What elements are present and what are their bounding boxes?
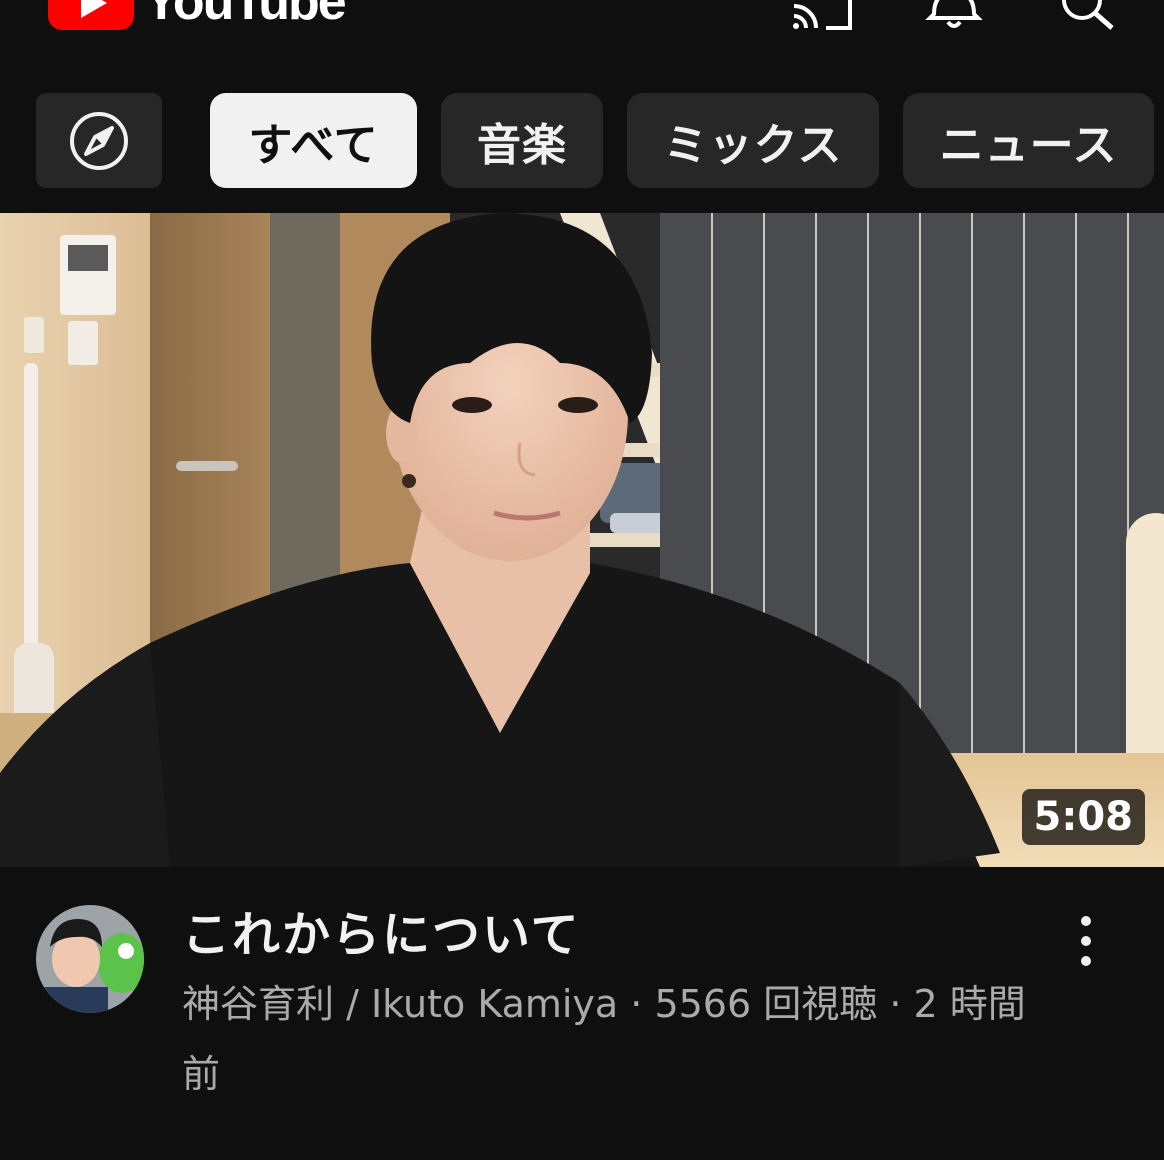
cast-icon[interactable] <box>790 0 854 32</box>
video-title[interactable]: これからについて <box>182 905 1042 965</box>
channel-name[interactable]: 神谷育利 / Ikuto Kamiya <box>182 982 618 1026</box>
bell-icon[interactable] <box>922 0 986 32</box>
filter-chips: すべて 音楽 ミックス ニュース <box>0 93 1164 189</box>
video-meta: これからについて 神谷育利 / Ikuto Kamiya · 5566 回視聴 … <box>0 867 1164 1160</box>
top-app-bar: YouTube <box>0 0 1164 70</box>
view-count: 5566 回視聴 <box>654 982 878 1026</box>
compass-icon <box>70 111 128 170</box>
more-options-icon[interactable] <box>1064 913 1108 969</box>
video-subline: 神谷育利 / Ikuto Kamiya · 5566 回視聴 · 2 時間前 <box>182 969 1062 1109</box>
duration-badge: 5:08 <box>1021 789 1145 845</box>
separator: · <box>618 982 655 1026</box>
search-icon[interactable] <box>1054 0 1118 32</box>
avatar[interactable] <box>36 905 144 1013</box>
chip-mix[interactable]: ミックス <box>627 93 879 188</box>
chip-news[interactable]: ニュース <box>903 93 1154 188</box>
logo-text: YouTube <box>144 0 347 31</box>
video-thumbnail[interactable]: 5:08 <box>0 213 1164 867</box>
chip-all[interactable]: すべて <box>210 93 417 188</box>
explore-chip[interactable] <box>36 93 162 188</box>
separator: · <box>877 982 914 1026</box>
thumbnail-image <box>0 213 1164 867</box>
youtube-play-icon <box>48 0 134 30</box>
chip-music[interactable]: 音楽 <box>441 93 603 188</box>
youtube-logo[interactable]: YouTube <box>48 0 347 31</box>
